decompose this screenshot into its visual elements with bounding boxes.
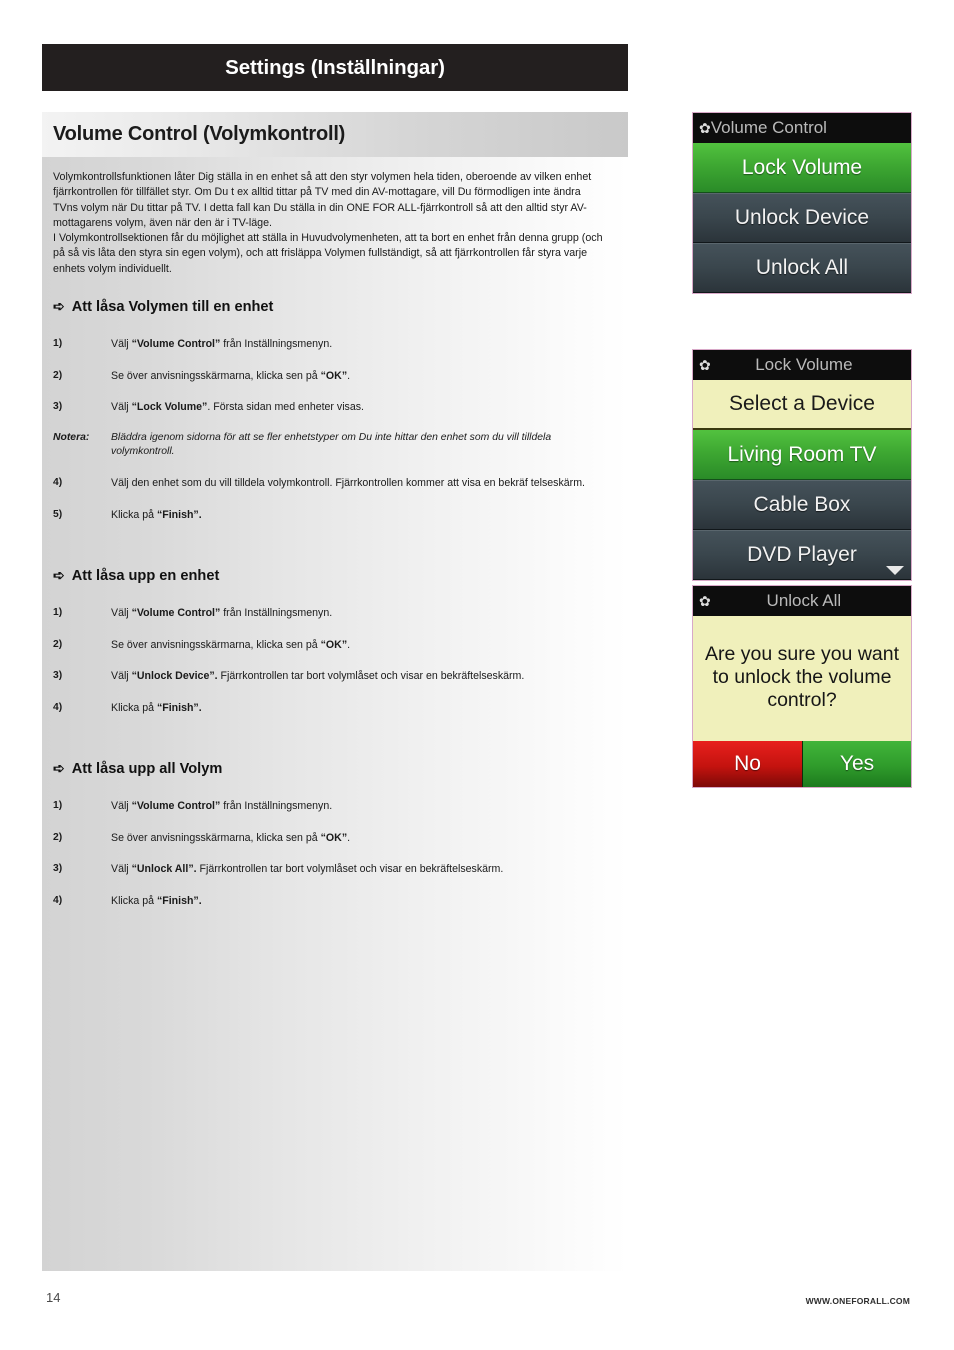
procedure-step: 2) Se över anvisningsskärmarna, klicka se… — [53, 369, 612, 384]
note-label: Notera: — [53, 431, 90, 443]
confirm-message: Are you sure you want to unlock the volu… — [693, 616, 911, 741]
step-number: 4) — [53, 701, 63, 713]
procedure-step: 1) Välj “Volume Control” från Inställning… — [53, 337, 612, 352]
remote-screen-volume-control: ✿ Volume Control Lock Volume Unlock Devi… — [692, 112, 912, 294]
step-number: 3) — [53, 670, 63, 682]
step-text: Välj den enhet som du vill tilldela voly… — [111, 477, 585, 490]
gear-icon: ✿ — [699, 120, 711, 136]
screen2-row-dvd-player[interactable]: DVD Player — [693, 530, 911, 580]
procedure-step: 3) Välj “Unlock Device”. Fjärrkontrollen … — [53, 669, 612, 684]
procedure-sections: ➪ Att låsa Volymen till en enhet 1) Välj “V… — [42, 299, 628, 908]
procedure-step: 4) Klicka på “Finish”. — [53, 894, 612, 909]
screen1-header-label: Volume Control — [710, 118, 827, 137]
screen3-header: ✿ Unlock All — [693, 586, 911, 616]
step-number: 2) — [53, 638, 63, 650]
note-text: Bläddra igenom sidorna för att se fler e… — [111, 431, 552, 457]
section-heading: Volume Control (Volymkontroll) — [53, 123, 346, 145]
step-text: Välj “Volume Control” från Inställningsm… — [111, 338, 333, 351]
procedure-heading: ➪ Att låsa upp en enhet — [53, 568, 612, 584]
gear-icon: ✿ — [699, 593, 711, 609]
arrow-bullet-icon: ➪ — [53, 567, 65, 584]
no-button[interactable]: No — [693, 741, 802, 787]
chevron-down-icon[interactable] — [886, 566, 904, 575]
remote-screen-lock-volume: ✿ Lock Volume Select a Device Living Roo… — [692, 349, 912, 581]
screen2-row-cable-box-label: Cable Box — [753, 493, 851, 516]
procedure-heading-label: Att låsa Volymen till en enhet — [71, 299, 274, 316]
step-number: 1) — [53, 607, 63, 619]
procedure-section: ➪ Att låsa Volymen till en enhet 1) Välj “V… — [42, 299, 628, 522]
step-number: 2) — [53, 831, 63, 843]
procedure-step: 1) Välj “Volume Control” från Inställning… — [53, 606, 612, 621]
section-heading-bar: Volume Control (Volymkontroll) — [42, 112, 628, 157]
screen2-row-living-room-tv-label: Living Room TV — [727, 442, 877, 466]
yes-button[interactable]: Yes — [802, 741, 911, 787]
step-number: 1) — [53, 800, 63, 812]
gear-icon: ✿ — [699, 357, 711, 373]
step-number: 2) — [53, 369, 63, 381]
step-text: Välj “Unlock Device”. Fjärrkontrollen ta… — [111, 670, 525, 683]
procedure-heading-label: Att låsa upp en enhet — [71, 568, 220, 585]
remote-screen-unlock-all-confirm: ✿ Unlock All Are you sure you want to un… — [692, 585, 912, 788]
intro-paragraph-1: Volymkontrollsfunktionen låter Dig ställ… — [53, 171, 592, 229]
step-text: Välj “Volume Control” från Inställningsm… — [111, 607, 333, 620]
screen1-row-unlock-all[interactable]: Unlock All — [693, 243, 911, 293]
intro-text: Volymkontrollsfunktionen låter Dig ställ… — [42, 157, 628, 277]
step-number: 5) — [53, 508, 63, 520]
footer-url: WWW.ONEFORALL.COM — [805, 1296, 910, 1306]
step-text: Se över anvisningsskärmarna, klicka sen … — [111, 638, 351, 651]
arrow-bullet-icon: ➪ — [53, 298, 65, 315]
procedure-note: Notera: Bläddra igenom sidorna för att se… — [53, 431, 612, 460]
step-number: 3) — [53, 863, 63, 875]
procedure-heading: ➪ Att låsa upp all Volym — [53, 761, 612, 777]
screen2-row-cable-box[interactable]: Cable Box — [693, 480, 911, 530]
footer-page-number: 14 — [46, 1290, 61, 1305]
arrow-bullet-icon: ➪ — [53, 760, 65, 777]
screen2-row-select-a-device: Select a Device — [693, 380, 911, 430]
screen1-row-unlock-device-label: Unlock Device — [734, 206, 870, 229]
procedure-step: 3) Välj “Unlock All”. Fjärrkontrollen tar… — [53, 862, 612, 877]
screen1-header: ✿ Volume Control — [693, 113, 911, 143]
step-text: Klicka på “Finish”. — [111, 894, 202, 907]
procedure-heading-label: Att låsa upp all Volym — [71, 761, 223, 778]
step-text: Välj “Unlock All”. Fjärrkontrollen tar b… — [111, 863, 504, 876]
step-text: Se över anvisningsskärmarna, klicka sen … — [111, 831, 351, 844]
screen2-row-select-a-device-label: Select a Device — [729, 392, 875, 415]
screen2-header: ✿ Lock Volume — [693, 350, 911, 380]
screen3-header-label: Unlock All — [766, 591, 842, 610]
intro-paragraph-2: I Volymkontrollsektionen får du möjlighe… — [53, 232, 603, 275]
screen2-header-label: Lock Volume — [755, 355, 853, 374]
page-title-bar: Settings (Inställningar) — [42, 44, 628, 91]
procedure-step: 2) Se över anvisningsskärmarna, klicka se… — [53, 638, 612, 653]
screen1-row-lock-volume[interactable]: Lock Volume — [693, 143, 911, 193]
procedure-section: ➪ Att låsa upp en enhet 1) Välj “Volume Con… — [42, 568, 628, 715]
step-text: Klicka på “Finish”. — [111, 508, 202, 521]
step-text: Välj “Volume Control” från Inställningsm… — [111, 800, 333, 813]
page-title: Settings (Inställningar) — [225, 55, 445, 79]
screen1-row-unlock-all-label: Unlock All — [755, 256, 849, 279]
procedure-step: 5) Klicka på “Finish”. — [53, 508, 612, 523]
screen1-row-unlock-device[interactable]: Unlock Device — [693, 193, 911, 243]
procedure-step: 2) Se över anvisningsskärmarna, klicka se… — [53, 831, 612, 846]
screen1-row-lock-volume-label: Lock Volume — [741, 155, 863, 179]
procedure-step: 3) Välj “Lock Volume”. Första sidan med e… — [53, 400, 612, 415]
step-text: Klicka på “Finish”. — [111, 701, 202, 714]
step-text: Se över anvisningsskärmarna, klicka sen … — [111, 369, 351, 382]
step-number: 1) — [53, 338, 63, 350]
procedure-step: 4) Välj den enhet som du vill tilldela vo… — [53, 476, 612, 491]
step-number: 4) — [53, 894, 63, 906]
step-text: Välj “Lock Volume”. Första sidan med enh… — [111, 401, 364, 414]
screen2-row-dvd-player-label: DVD Player — [747, 543, 857, 566]
content-panel: Volymkontrollsfunktionen låter Dig ställ… — [42, 157, 628, 1271]
procedure-heading: ➪ Att låsa Volymen till en enhet — [53, 299, 612, 315]
procedure-step: 4) Klicka på “Finish”. — [53, 701, 612, 716]
step-number: 3) — [53, 401, 63, 413]
procedure-section: ➪ Att låsa upp all Volym 1) Välj “Volume Co… — [42, 761, 628, 908]
procedure-step: 1) Välj “Volume Control” från Inställning… — [53, 799, 612, 814]
confirm-buttons: No Yes — [693, 741, 911, 787]
screen2-row-living-room-tv[interactable]: Living Room TV — [693, 430, 911, 480]
step-number: 4) — [53, 477, 63, 489]
